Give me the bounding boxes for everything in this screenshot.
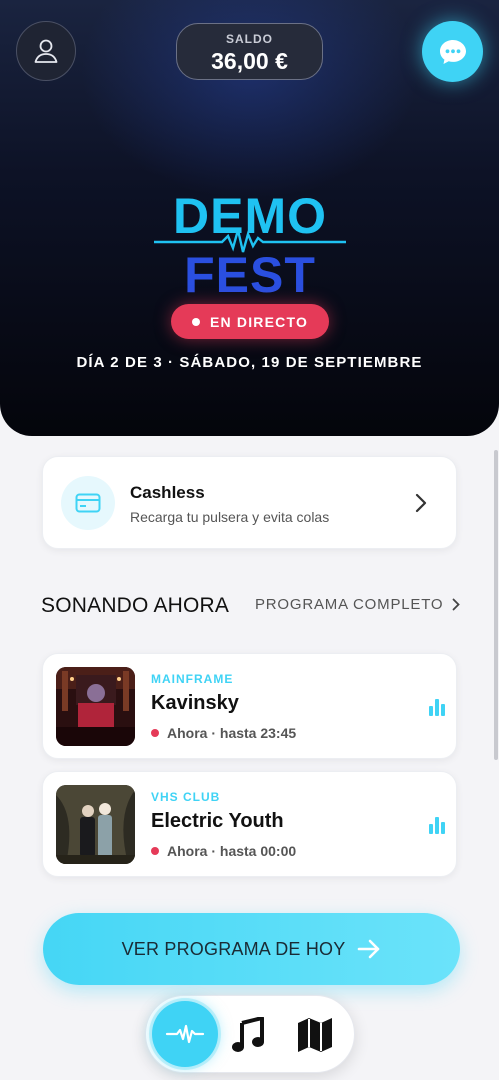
- event-date: DÍA 2 DE 3 · SÁBADO, 19 DE SEPTIEMBRE: [76, 354, 423, 371]
- cashless-icon-wrap: [61, 476, 115, 530]
- live-dot: [151, 847, 159, 855]
- map-icon[interactable]: [297, 1017, 333, 1053]
- waveform-icon: [165, 1024, 205, 1044]
- artist-name: Electric Youth: [151, 810, 284, 832]
- view-today-program-button[interactable]: VER PROGRAMA DE HOY: [43, 913, 460, 985]
- live-dot: [191, 317, 200, 326]
- artist-photo: [56, 785, 135, 864]
- now-playing-title: SONANDO AHORA: [41, 594, 230, 617]
- artist-name: Kavinsky: [151, 692, 239, 714]
- nav-live-button[interactable]: [152, 1001, 218, 1067]
- equalizer-icon: [429, 699, 445, 716]
- cashless-title: Cashless: [130, 483, 205, 502]
- live-badge: EN DIRECTO: [171, 304, 329, 339]
- time-label: Ahora · hasta 23:45: [167, 725, 297, 741]
- balance-label: SALDO: [226, 32, 273, 46]
- now-playing-item[interactable]: VHS CLUB Electric Youth Ahora · hasta 00…: [42, 771, 457, 877]
- cashless-card[interactable]: Cashless Recarga tu pulsera y evita cola…: [42, 456, 457, 549]
- now-playing-item[interactable]: MAINFRAME Kavinsky Ahora · hasta 23:45: [42, 653, 457, 759]
- chevron-right-icon: [415, 493, 427, 513]
- hero-banner: SALDO 36,00 € DEMO FEST EN DIRECTO DÍA 2…: [0, 0, 499, 436]
- play-time: Ahora · hasta 00:00: [151, 843, 296, 859]
- artist-photo: [56, 667, 135, 746]
- scrollbar[interactable]: [494, 450, 498, 760]
- full-program-label: PROGRAMA COMPLETO: [255, 596, 444, 613]
- music-icon[interactable]: [232, 1017, 266, 1053]
- cta-label: VER PROGRAMA DE HOY: [121, 938, 346, 959]
- arrow-right-icon: [358, 939, 380, 959]
- user-icon: [34, 39, 58, 63]
- chevron-right-icon: [452, 598, 461, 611]
- balance-value: 36,00 €: [211, 48, 288, 74]
- time-label: Ahora · hasta 00:00: [167, 843, 297, 859]
- full-program-link[interactable]: PROGRAMA COMPLETO: [255, 596, 461, 613]
- chat-button[interactable]: [422, 21, 483, 82]
- cashless-subtitle: Recarga tu pulsera y evita colas: [130, 509, 330, 525]
- live-dot: [151, 729, 159, 737]
- stage-name: MAINFRAME: [151, 672, 234, 686]
- play-time: Ahora · hasta 23:45: [151, 725, 296, 741]
- profile-button[interactable]: [16, 21, 76, 81]
- balance-pill[interactable]: SALDO 36,00 €: [176, 23, 323, 80]
- chat-icon: [439, 39, 466, 64]
- festival-logo: DEMO FEST: [150, 186, 350, 303]
- equalizer-icon: [429, 817, 445, 834]
- stage-name: VHS CLUB: [151, 790, 221, 804]
- logo-text-demo: DEMO: [173, 188, 327, 244]
- card-icon: [75, 493, 101, 513]
- bottom-nav: [145, 995, 355, 1073]
- live-label: EN DIRECTO: [209, 313, 309, 330]
- logo-text-fest: FEST: [184, 247, 316, 298]
